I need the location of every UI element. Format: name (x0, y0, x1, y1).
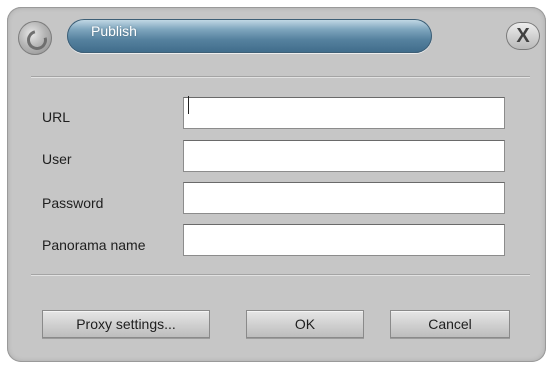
password-field[interactable] (183, 182, 505, 214)
proxy-settings-button[interactable]: Proxy settings... (42, 310, 210, 338)
url-label: URL (42, 109, 71, 125)
user-field[interactable] (183, 140, 505, 172)
dialog-title: Publish (91, 23, 137, 39)
cancel-button[interactable]: Cancel (390, 310, 510, 338)
text-caret (188, 96, 189, 114)
user-label: User (42, 151, 72, 167)
panorama-name-field[interactable] (183, 224, 505, 256)
app-logo-icon (18, 21, 52, 55)
url-field[interactable] (183, 97, 505, 129)
close-button[interactable]: X (506, 22, 540, 50)
title-bar[interactable]: Publish (67, 19, 432, 53)
panorama-name-label: Panorama name (42, 237, 146, 253)
password-label: Password (42, 195, 104, 211)
ok-button[interactable]: OK (246, 310, 364, 338)
close-icon: X (516, 25, 530, 47)
